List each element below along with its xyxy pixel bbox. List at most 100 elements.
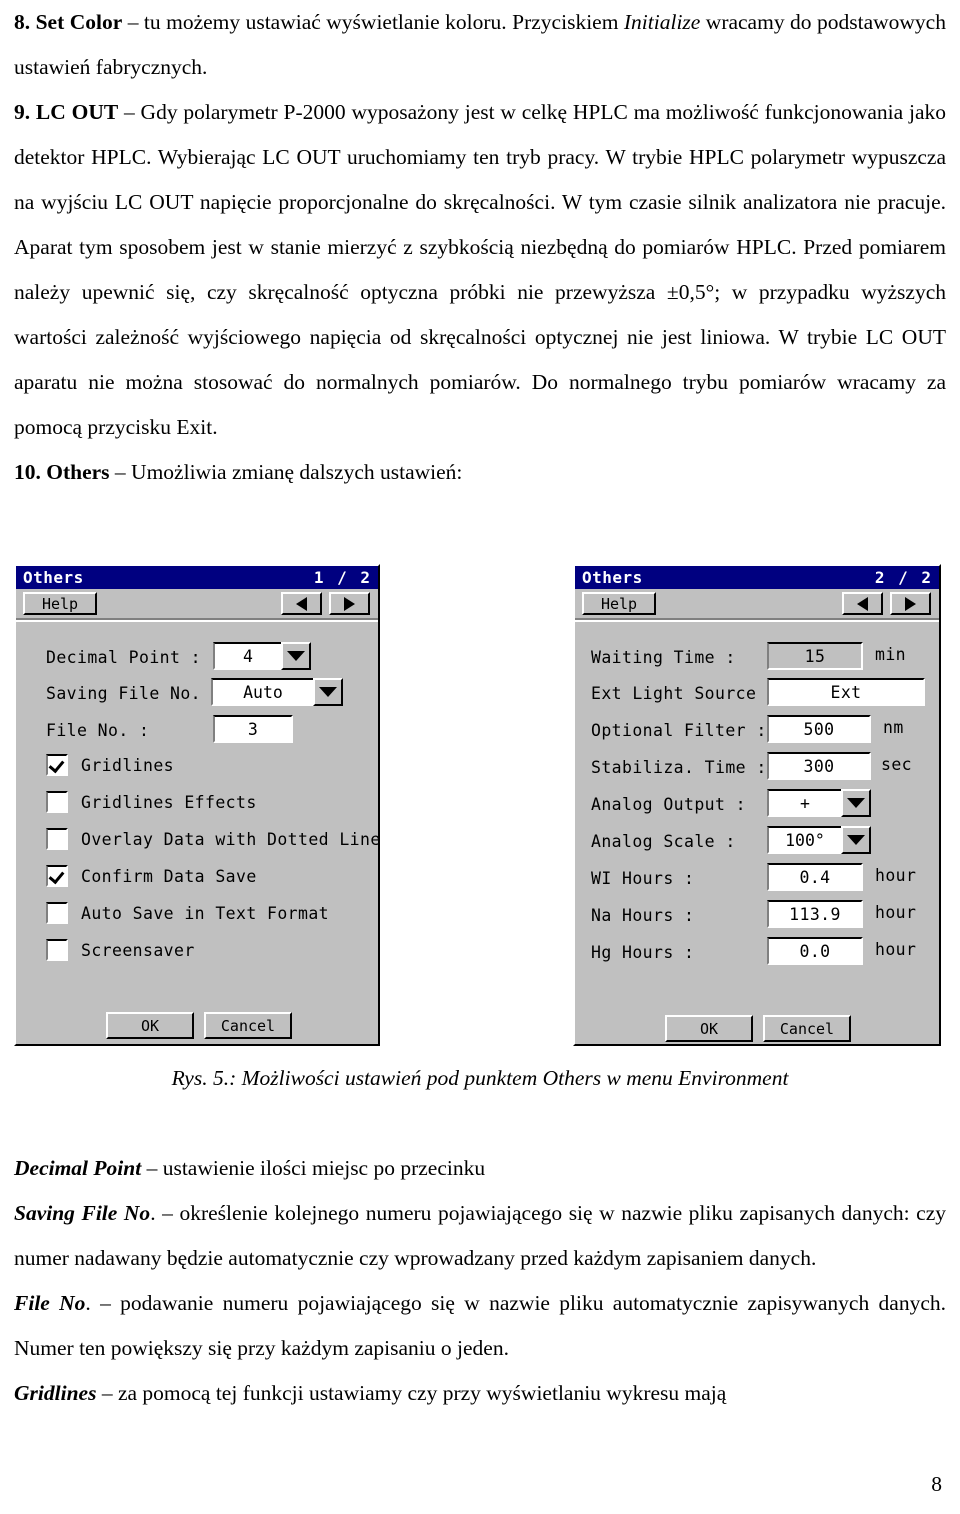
paragraph-lc-out: 9. LC OUT – Gdy polarymetr P-2000 wyposa… — [14, 100, 946, 439]
label-wi-hours: WI Hours : — [591, 868, 695, 888]
checkbox-row-gridlines[interactable]: Gridlines — [46, 754, 174, 776]
chevron-down-icon[interactable] — [841, 789, 871, 817]
input-waiting-time[interactable]: 15 — [767, 642, 863, 670]
checkbox-label-confirm-data-save: Confirm Data Save — [81, 866, 257, 886]
chevron-down-icon[interactable] — [313, 678, 343, 706]
combo-analog-output-value: + — [767, 789, 841, 817]
input-optional-filter[interactable]: 500 — [767, 715, 871, 743]
dialog-right-title: Others — [582, 568, 643, 587]
chevron-down-icon[interactable] — [281, 642, 311, 670]
unit-waiting-time: min — [875, 645, 907, 664]
label-analog-output: Analog Output : — [591, 794, 747, 814]
dialog-left-body: Decimal Point : 4 Saving File No. : Auto… — [16, 620, 381, 1098]
next-page-button-left[interactable] — [329, 592, 370, 615]
combo-saving-file-no-value: Auto — [211, 678, 313, 706]
figure-caption: Rys. 5.: Możliwości ustawień pod punktem… — [171, 1066, 789, 1090]
ok-button-right[interactable]: OK — [665, 1015, 753, 1042]
label-waiting-time-row: Waiting Time : — [591, 644, 736, 670]
dialog-right-body: Waiting Time : 15 min Ext Light Source :… — [575, 620, 939, 1098]
triangle-right-icon — [344, 596, 355, 611]
label-wi-hours-row: WI Hours : — [591, 865, 694, 891]
dialog-left-buttons: OK Cancel — [106, 1012, 292, 1039]
label-na-hours-row: Na Hours : — [591, 902, 694, 928]
checkbox-row-confirm-data-save[interactable]: Confirm Data Save — [46, 865, 257, 887]
unit-hg-hours: hour — [875, 940, 917, 959]
checkbox-row-auto-save-text[interactable]: Auto Save in Text Format — [46, 902, 329, 924]
dialog-left-titlebar: Others 1 / 2 — [16, 566, 378, 589]
combo-analog-scale-value: 100° — [767, 826, 841, 854]
dialog-right-page-indicator: 2 / 2 — [874, 568, 933, 587]
combo-analog-output[interactable]: + — [767, 789, 871, 817]
label-hg-hours-row: Hg Hours : — [591, 939, 694, 965]
cancel-button-left[interactable]: Cancel — [204, 1012, 292, 1039]
dialog-right-titlebar: Others 2 / 2 — [575, 566, 939, 589]
checkbox-row-screensaver[interactable]: Screensaver — [46, 939, 195, 961]
glossary-file-no: File No. – podawanie numeru pojawiająceg… — [14, 1291, 946, 1360]
label-waiting-time: Waiting Time : — [591, 647, 736, 667]
unit-optional-filter: nm — [883, 718, 904, 737]
label-decimal-point: Decimal Point : — [46, 647, 202, 667]
input-wi-hours[interactable]: 0.4 — [767, 863, 863, 891]
input-file-no[interactable]: 3 — [213, 715, 293, 743]
combo-decimal-point-value: 4 — [213, 642, 281, 670]
help-button-left[interactable]: Help — [23, 592, 97, 615]
chevron-down-icon[interactable] — [841, 826, 871, 854]
checkbox-gridlines[interactable] — [46, 754, 68, 776]
prev-page-button-left[interactable] — [281, 592, 322, 615]
label-na-hours: Na Hours : — [591, 905, 695, 925]
next-page-button-right[interactable] — [890, 592, 931, 615]
checkbox-label-gridlines: Gridlines — [81, 755, 175, 775]
checkbox-confirm-data-save[interactable] — [46, 865, 68, 887]
label-ext-light-source-row: Ext Light Source : — [591, 680, 777, 706]
input-hg-hours[interactable]: 0.0 — [767, 937, 863, 965]
unit-wi-hours: hour — [875, 866, 917, 885]
paragraph-others: 10. Others – Umożliwia zmianę dalszych u… — [14, 460, 463, 484]
glossary-saving-file-no: Saving File No. – określenie kolejnego n… — [14, 1201, 946, 1270]
prev-page-button-right[interactable] — [842, 592, 883, 615]
dialog-left-toolbar: Help — [16, 589, 378, 622]
triangle-right-icon — [905, 596, 916, 611]
label-ext-light-source: Ext Light Source : — [591, 683, 778, 703]
combo-analog-scale[interactable]: 100° — [767, 826, 871, 854]
label-decimal-point-row: Decimal Point : — [46, 644, 201, 670]
checkbox-screensaver[interactable] — [46, 939, 68, 961]
label-analog-scale: Analog Scale : — [591, 831, 736, 851]
input-na-hours[interactable]: 113.9 — [767, 900, 863, 928]
label-hg-hours: Hg Hours : — [591, 942, 695, 962]
checkbox-overlay-data-dotted-line[interactable] — [46, 828, 68, 850]
label-optional-filter: Optional Filter : — [591, 720, 767, 740]
dialog-others-page-2: Others 2 / 2 Help Waiting Time : 15 min … — [573, 564, 941, 1046]
checkbox-label-gridlines-effects: Gridlines Effects — [81, 792, 257, 812]
dialog-left-page-indicator: 1 / 2 — [313, 568, 372, 587]
unit-stabilization-time: sec — [881, 755, 913, 774]
label-analog-scale-row: Analog Scale : — [591, 828, 736, 854]
cancel-button-right[interactable]: Cancel — [763, 1015, 851, 1042]
dialog-others-page-1: Others 1 / 2 Help Decimal Point : 4 Savi… — [14, 564, 380, 1046]
checkbox-label-overlay-data: Overlay Data with Dotted Line — [81, 829, 381, 849]
checkbox-auto-save-text-format[interactable] — [46, 902, 68, 924]
combo-saving-file-no[interactable]: Auto — [211, 678, 343, 706]
figure-others-dialogs: Others 1 / 2 Help Decimal Point : 4 Savi… — [0, 556, 960, 1056]
checkbox-row-overlay-data[interactable]: Overlay Data with Dotted Line — [46, 828, 381, 850]
triangle-left-icon — [857, 596, 868, 611]
checkbox-label-auto-save-text: Auto Save in Text Format — [81, 903, 330, 923]
label-analog-output-row: Analog Output : — [591, 791, 746, 817]
help-button-right[interactable]: Help — [582, 592, 656, 615]
input-ext-light-source[interactable]: Ext — [767, 678, 925, 706]
label-saving-file-no-row: Saving File No. : — [46, 680, 222, 706]
label-optional-filter-row: Optional Filter : — [591, 717, 767, 743]
label-stabilization-time-row: Stabiliza. Time : — [591, 754, 767, 780]
checkbox-row-gridlines-effects[interactable]: Gridlines Effects — [46, 791, 257, 813]
paragraph-set-color: 8. Set Color – tu możemy ustawiać wyświe… — [14, 10, 946, 79]
document-body: 8. Set Color – tu możemy ustawiać wyświe… — [14, 0, 946, 495]
ok-button-left[interactable]: OK — [106, 1012, 194, 1039]
label-saving-file-no: Saving File No. : — [46, 683, 222, 703]
dialog-right-toolbar: Help — [575, 589, 939, 622]
input-stabilization-time[interactable]: 300 — [767, 752, 871, 780]
checkbox-gridlines-effects[interactable] — [46, 791, 68, 813]
combo-decimal-point[interactable]: 4 — [213, 642, 311, 670]
label-file-no-row: File No. : — [46, 717, 149, 743]
unit-na-hours: hour — [875, 903, 917, 922]
dialog-right-buttons: OK Cancel — [665, 1015, 851, 1042]
triangle-left-icon — [296, 596, 307, 611]
